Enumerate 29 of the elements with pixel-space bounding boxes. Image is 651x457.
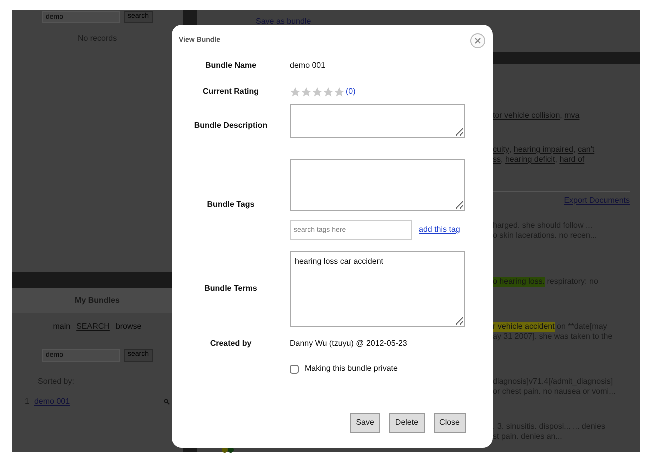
text-area[interactable] (290, 104, 465, 138)
snippet-text: , (555, 155, 558, 165)
checkbox-label: Making this bundle private (305, 363, 398, 375)
field-label: Current Rating (203, 86, 259, 98)
snippet-text: , (560, 111, 564, 121)
star-rating[interactable] (290, 86, 345, 98)
dialog-button[interactable]: Close (434, 413, 466, 433)
field-label: Bundle Terms (204, 283, 258, 295)
field-label: Created by (210, 338, 252, 350)
snippet-text: , (509, 145, 513, 155)
search-icon[interactable] (164, 399, 170, 405)
field-label: Bundle Tags (207, 199, 255, 211)
snippet-text: , (501, 155, 504, 165)
nav-link[interactable]: browse (116, 321, 142, 333)
text-area[interactable]: hearing loss car accident (290, 251, 465, 327)
add-tag-link[interactable]: add this tag (419, 224, 460, 236)
field-label: Bundle Name (205, 60, 257, 72)
snippet-text: , (574, 145, 577, 155)
private-checkbox[interactable] (290, 364, 299, 374)
creator-text: Danny Wu (tzuyu) @ 2012-05-23 (290, 338, 408, 350)
rating-count-link[interactable]: (0) (346, 86, 356, 98)
field-label: Bundle Description (194, 120, 268, 132)
bundle-name-value: demo 001 (290, 60, 327, 72)
highlighted-term: r vehicle accident (493, 322, 555, 332)
dialog-button[interactable]: Save (350, 413, 380, 433)
text-area[interactable] (290, 159, 465, 211)
close-icon[interactable] (470, 33, 486, 49)
nav-link[interactable]: main (53, 321, 71, 333)
dialog-button[interactable]: Delete (389, 413, 425, 433)
